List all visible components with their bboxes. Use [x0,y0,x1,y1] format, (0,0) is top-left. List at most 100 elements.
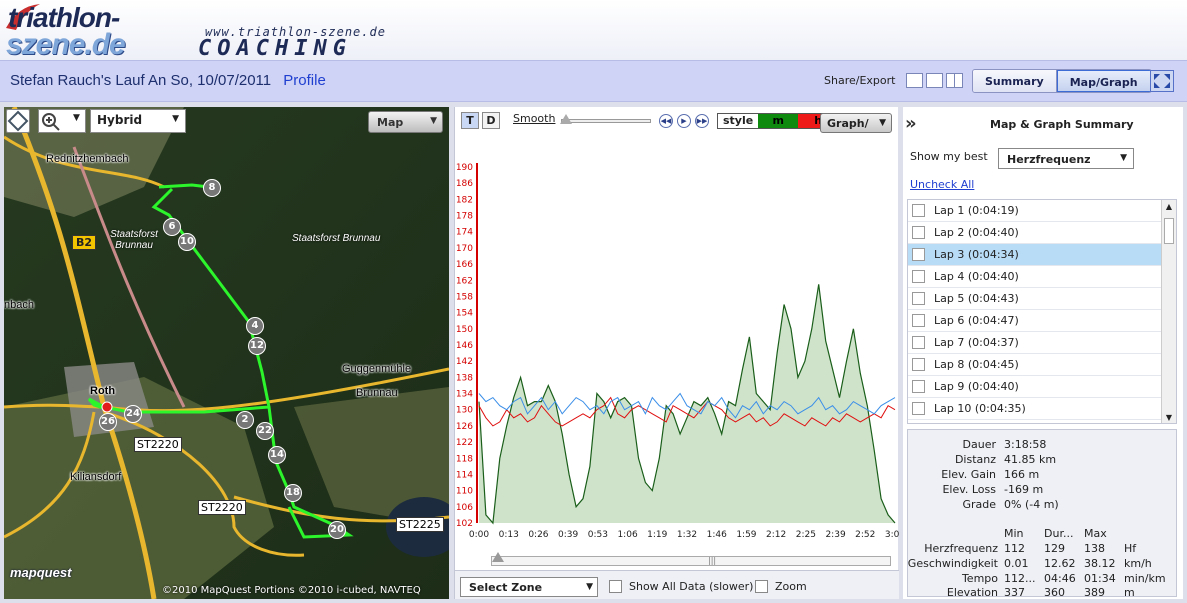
lap-item[interactable]: Lap 7 (0:04:37) [908,332,1162,354]
lap-marker[interactable]: 20 [328,521,346,539]
metric-unit: m [1124,586,1135,599]
stat-value: 0% (-4 m) [1004,498,1059,511]
rewind-icon[interactable]: ◀◀ [659,114,673,128]
collapse-panel-icon[interactable]: » [905,113,917,134]
site-header: triathlon- szene.de www.triathlon-szene.… [0,0,1187,61]
map-panel[interactable]: ▼ Hybrid ▼ Map ▼ Rednitzhembach Staatsfor… [4,107,449,599]
lap-marker[interactable]: 14 [268,446,286,464]
scroll-thumb[interactable] [1164,218,1174,244]
select-zone-dropdown[interactable]: Select Zone ▼ [460,577,598,597]
lap-marker[interactable]: 12 [248,337,266,355]
map-mode-button[interactable]: Map ▼ [368,111,443,133]
lap-item[interactable]: Lap 4 (0:04:40) [908,266,1162,288]
stat-row: Grade 0% (-4 m) [908,498,1178,512]
lap-item[interactable]: Lap 2 (0:04:40) [908,222,1162,244]
fast-forward-icon[interactable]: ▶▶ [695,114,709,128]
lap-label: Lap 2 (0:04:40) [934,226,1019,239]
logo-text-bottom: szene.de [6,28,126,61]
lap-list-scrollbar[interactable]: ▲ ▼ [1161,200,1176,423]
road-sign: ST2220 [134,437,182,452]
best-metric-select[interactable]: Herzfrequenz ▼ [998,148,1134,169]
lap-marker[interactable]: 24 [124,405,142,423]
lap-label: Lap 10 (0:04:35) [934,402,1026,415]
scroll-handle[interactable] [492,552,504,562]
place-label: Rednitzhembach [46,153,129,165]
zoom-checkbox[interactable] [755,580,768,593]
metric-name: Herzfrequenz [924,542,998,555]
lap-marker[interactable]: 4 [246,317,264,335]
lap-checkbox[interactable] [912,336,925,349]
x-tick-label: 2:25 [796,530,816,540]
zoom-dropdown-arrow-icon: ▼ [73,113,80,123]
lap-item[interactable]: Lap 9 (0:04:40) [908,376,1162,398]
lap-label: Lap 9 (0:04:40) [934,380,1019,393]
lap-marker[interactable]: 2 [236,411,254,429]
lap-item[interactable]: Lap 6 (0:04:47) [908,310,1162,332]
metric-avg: 129 [1044,542,1065,555]
place-label: Guggenmühle [342,363,412,375]
lap-checkbox[interactable] [912,314,925,327]
pan-control[interactable] [6,109,30,133]
view-tabs: Summary Map/Graph [972,69,1152,93]
smooth-slider[interactable] [560,114,651,124]
lap-marker[interactable]: 18 [284,484,302,502]
style-m-option[interactable]: m [758,114,799,128]
share-export-link[interactable]: Share/Export [824,74,895,87]
lap-checkbox[interactable] [912,402,925,415]
y-tick-label: 178 [456,212,473,222]
lap-marker[interactable]: 22 [256,422,274,440]
play-icon[interactable]: ▶ [677,114,691,128]
col-header-avg: Dur... [1044,527,1074,540]
fullscreen-button[interactable] [1150,70,1174,92]
zoom-control[interactable]: ▼ [38,109,86,133]
lap-marker[interactable]: 8 [203,179,221,197]
x-tick-label: 1:06 [617,530,637,540]
lap-item[interactable]: Lap 1 (0:04:19) [908,200,1162,222]
layout-single-button[interactable] [906,73,923,88]
chevron-down-icon: ▼ [586,582,593,592]
lap-marker[interactable]: 10 [178,233,196,251]
lap-item[interactable]: Lap 8 (0:04:45) [908,354,1162,376]
distance-mode-button[interactable]: D [482,112,500,129]
x-tick-label: 2:52 [855,530,875,540]
place-label: Brunnau [356,387,398,399]
uncheck-all-link[interactable]: Uncheck All [910,178,974,191]
lap-checkbox[interactable] [912,204,925,217]
lap-item[interactable]: Lap 5 (0:04:43) [908,288,1162,310]
scroll-down-icon[interactable]: ▼ [1162,411,1176,423]
lap-checkbox[interactable] [912,248,925,261]
lap-item[interactable]: Lap 10 (0:04:35) [908,398,1162,420]
lap-marker[interactable]: 6 [163,218,181,236]
x-tick-label: 3:05 [885,530,899,540]
page-title: Stefan Rauch's Lauf An So, 10/07/2011 Pr… [10,72,326,89]
chevron-down-icon: ▼ [879,118,886,128]
layout-columns-button[interactable] [946,73,963,88]
x-tick-label: 0:53 [588,530,608,540]
x-tick-label: 1:32 [677,530,697,540]
x-tick-label: 0:39 [558,530,578,540]
scroll-grip-icon: ||| [708,556,717,565]
expand-icon [1154,74,1170,88]
heart-rate-chart[interactable]: 102 106 110 114 118 122 126 130 134 138 142 146 150 1… [455,129,899,574]
metric-max: 01:34 [1084,572,1116,585]
lap-checkbox[interactable] [912,380,925,393]
time-scrollbar[interactable]: ||| [491,552,891,566]
tab-map-graph[interactable]: Map/Graph [1056,70,1151,92]
show-all-checkbox[interactable] [609,580,622,593]
lap-checkbox[interactable] [912,292,925,305]
lap-label: Lap 6 (0:04:47) [934,314,1019,327]
lap-checkbox[interactable] [912,270,925,283]
map-type-select[interactable]: Hybrid ▼ [90,109,186,133]
tab-summary[interactable]: Summary [973,70,1057,92]
profile-link[interactable]: Profile [283,72,326,89]
lap-checkbox[interactable] [912,226,925,239]
lap-marker[interactable]: 26 [99,413,117,431]
layout-split-button[interactable] [926,73,943,88]
scroll-up-icon[interactable]: ▲ [1162,200,1176,214]
time-mode-button[interactable]: T [461,112,479,129]
lap-item[interactable]: Lap 3 (0:04:34) [908,244,1162,266]
lap-checkbox[interactable] [912,358,925,371]
y-tick-label: 122 [456,438,473,448]
smooth-slider-handle[interactable] [560,114,572,124]
map-mode-label: Map [377,116,404,129]
